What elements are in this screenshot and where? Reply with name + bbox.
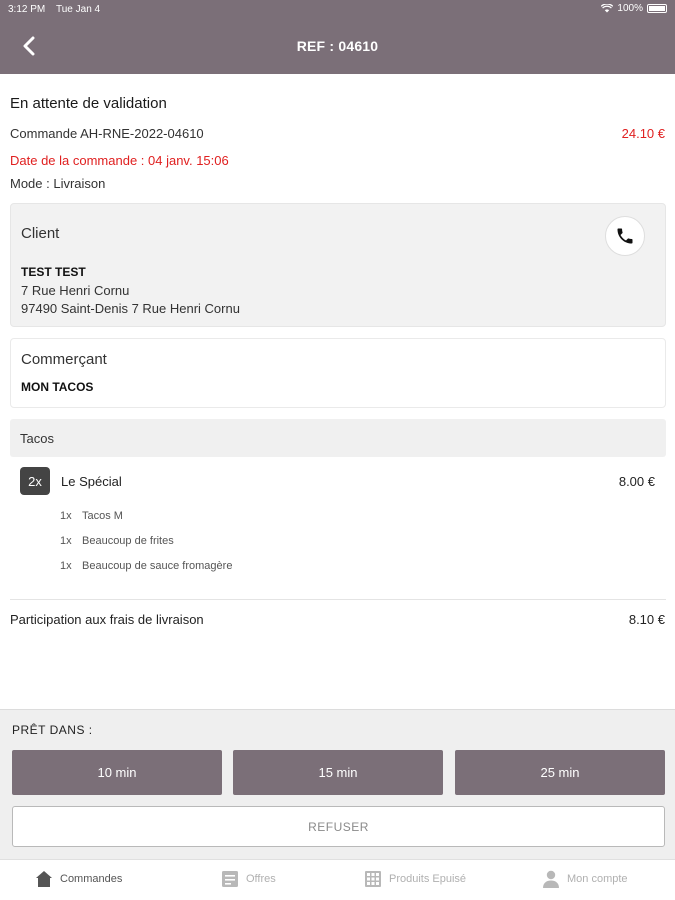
tab-label: Commandes — [60, 873, 123, 885]
client-heading: Client — [21, 225, 60, 242]
option-name: Beaucoup de frites — [82, 535, 174, 547]
item-option: 1x Beaucoup de frites — [60, 535, 174, 547]
category-header: Tacos — [10, 419, 666, 457]
user-icon — [543, 870, 559, 888]
battery-icon — [647, 4, 667, 13]
order-date: Date de la commande : 04 janv. 15:06 — [10, 153, 229, 168]
ready-15-min-button[interactable]: 15 min — [233, 750, 443, 795]
client-address-line1: 7 Rue Henri Cornu — [21, 283, 130, 298]
refuse-button[interactable]: REFUSER — [12, 806, 665, 847]
tab-commandes[interactable]: Commandes — [34, 869, 122, 889]
tab-label: Produits Epuisé — [389, 873, 467, 885]
divider — [10, 599, 666, 600]
status-indicators: 100% — [601, 3, 667, 14]
category-label: Tacos — [20, 431, 54, 446]
tab-mon-compte[interactable]: Mon compte — [541, 869, 628, 889]
option-quantity: 1x — [60, 560, 72, 572]
tab-label: Offres — [246, 873, 276, 885]
option-name: Tacos M — [82, 510, 123, 522]
status-time: 3:12 PM — [8, 4, 46, 15]
grid-icon — [365, 871, 381, 887]
merchant-card: Commerçant MON TACOS — [10, 338, 666, 408]
merchant-name: MON TACOS — [21, 380, 94, 394]
tab-produits-epuise[interactable]: Produits Epuisé — [363, 869, 466, 889]
tab-offres[interactable]: Offres — [220, 869, 276, 889]
item-option: 1x Tacos M — [60, 510, 123, 522]
delivery-fee-label: Participation aux frais de livraison — [10, 612, 204, 627]
merchant-heading: Commerçant — [21, 351, 107, 368]
option-name: Beaucoup de sauce fromagère — [82, 560, 233, 572]
ready-25-min-button[interactable]: 25 min — [455, 750, 665, 795]
client-card: Client TEST TEST 7 Rue Henri Cornu 97490… — [10, 203, 666, 327]
item-quantity-badge: 2x — [20, 467, 50, 495]
client-name: TEST TEST — [21, 265, 86, 279]
ready-10-min-button[interactable]: 10 min — [12, 750, 222, 795]
phone-icon — [617, 228, 633, 244]
ready-label: PRÊT DANS : — [12, 723, 93, 737]
wifi-icon — [601, 4, 614, 13]
bottom-tab-bar: Commandes Offres Produits Epuisé Mon com… — [0, 859, 675, 900]
order-status: En attente de validation — [10, 95, 167, 112]
ready-time-panel: PRÊT DANS : 10 min 15 min 25 min REFUSER — [0, 709, 675, 859]
option-quantity: 1x — [60, 510, 72, 522]
client-address-line2: 97490 Saint-Denis 7 Rue Henri Cornu — [21, 301, 240, 316]
call-client-button[interactable] — [605, 216, 645, 256]
item-option: 1x Beaucoup de sauce fromagère — [60, 560, 232, 572]
order-total: 24.10 € — [621, 126, 665, 141]
tab-label: Mon compte — [567, 873, 628, 885]
order-mode: Mode : Livraison — [10, 176, 106, 191]
delivery-fee-price: 8.10 € — [628, 612, 665, 627]
home-icon — [36, 871, 52, 887]
option-quantity: 1x — [60, 535, 72, 547]
item-price: 8.00 € — [618, 474, 655, 489]
page-title: REF : 04610 — [296, 38, 379, 54]
offers-icon — [222, 871, 238, 887]
app-header: 3:12 PM Tue Jan 4 100% REF : 04610 — [0, 0, 675, 74]
status-bar: 3:12 PM Tue Jan 4 100% — [0, 0, 675, 18]
item-name: Le Spécial — [61, 474, 122, 489]
battery-percent: 100% — [617, 3, 643, 14]
order-number: Commande AH-RNE-2022-04610 — [10, 126, 204, 141]
status-date: Tue Jan 4 — [56, 4, 101, 15]
